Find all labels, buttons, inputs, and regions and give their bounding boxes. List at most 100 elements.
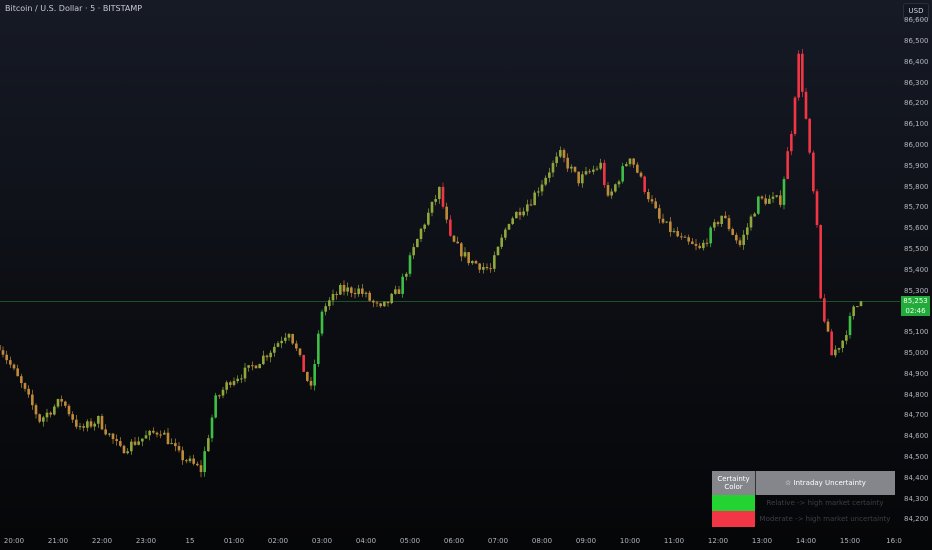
- candle-body: [848, 316, 852, 336]
- candle: [251, 361, 254, 371]
- candle: [401, 273, 404, 298]
- candle: [23, 382, 27, 392]
- candle: [650, 195, 654, 204]
- candle-body: [331, 294, 335, 301]
- candle: [313, 359, 316, 391]
- candle: [738, 237, 742, 248]
- candle: [56, 398, 60, 409]
- candle-body: [665, 221, 668, 223]
- candle-body: [852, 306, 855, 317]
- candle-body: [603, 162, 606, 186]
- candle: [768, 194, 771, 204]
- candle: [78, 422, 82, 431]
- price-tick: 86,300: [904, 78, 929, 87]
- candle-body: [364, 292, 368, 294]
- candle: [254, 364, 258, 369]
- candle-body: [122, 445, 126, 454]
- candle: [632, 158, 635, 168]
- candle: [511, 216, 514, 226]
- candle-body: [5, 354, 8, 361]
- candle-body: [229, 382, 232, 385]
- candle: [53, 404, 56, 416]
- candle-body: [698, 245, 701, 249]
- price-tick: 85,500: [904, 245, 929, 253]
- candle: [500, 234, 503, 250]
- candle: [566, 153, 569, 172]
- candle: [493, 251, 496, 272]
- candle-body: [676, 231, 679, 237]
- candle: [793, 96, 797, 137]
- candle: [295, 340, 298, 352]
- candle-body: [654, 201, 657, 209]
- candle-body: [31, 394, 34, 406]
- candle-body: [313, 364, 316, 386]
- bar-countdown: 02:46: [905, 307, 926, 315]
- candle-body: [119, 441, 122, 446]
- candle-body: [251, 365, 254, 367]
- candle: [430, 201, 434, 217]
- candle-body: [694, 244, 698, 246]
- price-tick: 85,800: [904, 182, 929, 191]
- header-certainty-color: Certainty Color: [712, 471, 756, 495]
- candle-body: [232, 381, 236, 385]
- candle-body: [93, 423, 96, 427]
- candle-body: [276, 343, 280, 347]
- candle-body: [467, 252, 470, 264]
- candle: [232, 377, 236, 387]
- time-tick: 13:00: [751, 537, 773, 545]
- candle-body: [196, 463, 199, 466]
- candle: [592, 165, 595, 175]
- candle-body: [159, 434, 162, 436]
- candle: [218, 394, 221, 399]
- candle-body: [111, 433, 115, 440]
- candle-body: [383, 301, 386, 307]
- legend-text: Moderate -> high market uncertainty: [759, 515, 891, 523]
- candle-body: [463, 252, 467, 257]
- candle: [790, 130, 793, 156]
- candle-body: [441, 186, 445, 207]
- candle-body: [808, 118, 811, 153]
- candle-body: [658, 208, 661, 219]
- candle-body: [588, 171, 591, 173]
- candle: [570, 164, 573, 173]
- candle: [320, 309, 324, 337]
- candle-body: [430, 201, 434, 213]
- candle: [9, 356, 12, 368]
- candle: [647, 188, 650, 203]
- candle: [654, 197, 657, 209]
- candle: [841, 340, 844, 353]
- candle-body: [680, 236, 683, 238]
- candle-body: [148, 430, 151, 436]
- candle-body: [540, 184, 544, 192]
- candle: [174, 438, 177, 452]
- candle: [683, 235, 687, 238]
- candle: [306, 371, 309, 383]
- candle-body: [185, 460, 188, 462]
- candle-body: [386, 301, 390, 304]
- price-tick: 84,600: [904, 432, 929, 441]
- candle: [108, 432, 111, 437]
- price-tick: 84,400: [904, 473, 929, 482]
- candle-body: [702, 242, 705, 249]
- candle-body: [295, 343, 298, 349]
- candle: [801, 48, 804, 98]
- price-tick: 86,000: [904, 141, 929, 149]
- candle-body: [34, 405, 38, 415]
- candle-body: [181, 450, 184, 461]
- candle-body: [566, 157, 569, 169]
- candle: [159, 430, 162, 439]
- candle-body: [856, 306, 859, 308]
- candle: [753, 212, 756, 217]
- candle-body: [782, 179, 786, 205]
- candle: [628, 158, 632, 167]
- candle: [698, 242, 701, 250]
- candle-body: [177, 446, 181, 451]
- candlestick-chart[interactable]: [0, 0, 932, 550]
- candle: [584, 167, 588, 176]
- candle: [474, 259, 478, 264]
- candle-body: [507, 223, 511, 230]
- candle: [859, 300, 863, 307]
- time-tick: 15:00: [839, 537, 861, 545]
- candle-body: [192, 458, 195, 464]
- candle: [716, 220, 720, 227]
